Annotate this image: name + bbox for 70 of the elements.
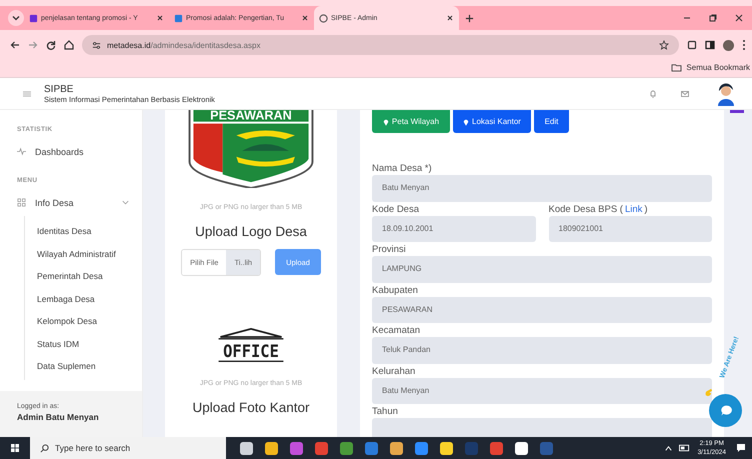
input-field[interactable]: Batu Menyan [372,378,712,404]
battery-icon[interactable] [678,444,690,452]
address-bar[interactable]: metadesa.id/admindesa/identitasdesa.aspx [82,35,679,55]
sidebar-subitem[interactable]: Lembaga Desa [37,288,142,310]
field-label: Provinsi [372,243,407,256]
action-button[interactable]: Edit [534,110,569,133]
input-field[interactable]: LAMPUNG [372,256,712,282]
profile-avatar[interactable] [723,40,734,50]
extension-icon[interactable] [687,40,697,50]
bookmarks-folder[interactable]: Semua Bookmark [686,62,750,72]
sidebar-item[interactable]: Info Desa [17,197,130,208]
pulse-icon [17,147,26,156]
side-panel-icon[interactable] [705,40,715,50]
sidebar-subitem[interactable]: Data Suplemen [37,355,142,378]
app-title: SIPBE [44,84,74,94]
field-label: Kelurahan [372,364,416,378]
pin-icon [463,118,470,126]
more-icon[interactable] [742,39,746,51]
sidebar-subitem[interactable]: Pemerintah Desa [37,265,142,288]
input-field[interactable]: 1809021001 [548,216,712,242]
bps-link[interactable]: Link [624,202,642,216]
grid-icon [17,198,26,207]
notification-icon[interactable] [736,443,746,453]
field-label: Nama Desa *) [372,162,433,175]
input-field[interactable]: PESAWARAN [372,296,712,323]
site-settings-icon[interactable] [92,40,101,50]
building-sign-text: OFFICE [223,342,285,362]
close-icon[interactable] [734,13,744,23]
chat-button[interactable] [709,394,742,427]
home-icon[interactable] [64,40,74,50]
sidebar-subitem[interactable]: Identitas Desa [37,220,142,242]
page-icon [174,14,183,22]
globe-icon [319,14,328,22]
input-field[interactable]: Teluk Pandan [372,337,712,364]
mail-icon[interactable] [680,88,690,98]
restore-icon[interactable] [708,13,718,23]
search-icon [40,444,49,452]
close-icon[interactable] [156,14,164,22]
waving-hand-icon [704,388,713,397]
field-label: Kode Desa [372,202,420,216]
upload-heading: Upload Foto Kantor [192,400,310,415]
sidebar-subitem[interactable]: Wilayah Administratif [37,242,142,265]
bell-icon[interactable] [648,88,658,98]
chevron-icon [121,198,130,207]
upload-heading: Upload Logo Desa [195,224,307,239]
field-label: Tahun [372,405,399,418]
page-icon [29,14,38,22]
input-field[interactable]: 18.09.10.2001 [372,216,536,242]
star-icon[interactable] [659,40,669,50]
windows-start-icon[interactable] [10,443,20,453]
field-label: Kecamatan [372,324,422,337]
input-field[interactable] [372,418,712,437]
action-button[interactable]: Lokasi Kantor [453,110,531,133]
new-tab-icon[interactable] [465,14,474,22]
sidebar-subitem[interactable]: Status IDM [37,332,142,355]
emblem-text: PESAWARAN [210,110,292,123]
close-icon[interactable] [301,14,309,22]
sidebar-subitem[interactable]: Kelompok Desa [37,310,142,332]
field-label: Kode Desa BPS ( [548,202,623,216]
user-name: Admin Batu Menyan [17,412,100,422]
tab-list-button[interactable] [8,10,24,26]
field-label: Kabupaten [372,284,419,296]
field-label-end: ) [644,202,648,216]
taskbar-search-field[interactable]: Type here to search [30,437,226,459]
back-arrow-icon[interactable] [10,40,20,50]
pin-icon [382,118,389,126]
input-field[interactable]: Batu Menyan [372,175,712,202]
sidebar-item[interactable]: Dashboards [17,146,130,157]
close-icon[interactable] [446,14,454,22]
reload-icon[interactable] [46,40,56,50]
